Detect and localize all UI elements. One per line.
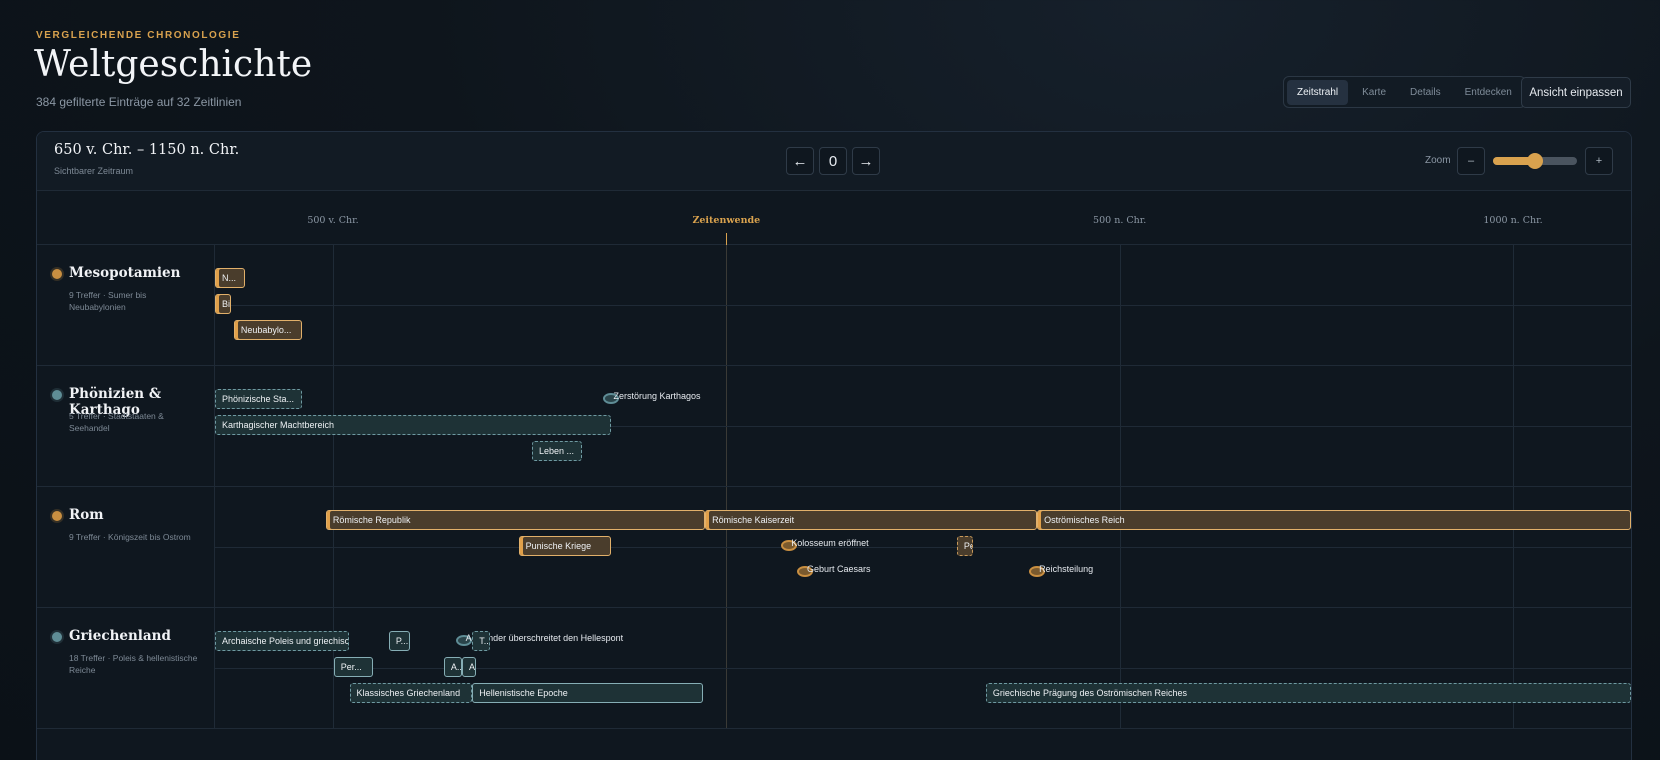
visible-range-caption: Sichtbarer Zeitraum: [54, 166, 134, 176]
lane-header[interactable]: Griechenland 18 Treffer · Poleis & hellen…: [37, 608, 215, 728]
timeline-period-bar[interactable]: Neubabylo...: [233, 320, 303, 340]
timeline-period-bar[interactable]: Klassisches Griechenland: [349, 683, 473, 703]
lane-color-dot: [52, 269, 62, 279]
lane-name: Rom: [69, 507, 104, 523]
lane-divider: [215, 305, 1631, 306]
time-axis: 500 v. Chr. Zeitenwende 500 n. Chr. 1000 n.…: [37, 191, 1631, 245]
timeline-lane: Rom 9 Treffer · Königszeit bis Ostrom Römi…: [37, 487, 1631, 608]
lane-meta: 9 Treffer · Königszeit bis Ostrom: [69, 532, 191, 542]
lane-header[interactable]: Mesopotamien 9 Treffer · Sumer bis Neubab…: [37, 245, 215, 365]
lane-divider: [215, 668, 1631, 669]
timeline-period-bar[interactable]: Leben ...: [532, 441, 583, 461]
lane-meta: 18 Treffer · Poleis & hellenistische Rei…: [69, 653, 198, 675]
timeline-lane: Griechenland 18 Treffer · Poleis & hellen…: [37, 608, 1631, 729]
lane-meta: 9 Treffer · Sumer bis Neubabylonien: [69, 290, 147, 312]
timeline-period-bar[interactable]: A...: [443, 657, 462, 677]
lane-color-dot: [52, 511, 62, 521]
axis-tick-label: 500 n. Chr.: [1093, 215, 1147, 226]
timeline-navigation: ← 0 →: [786, 147, 880, 175]
era-tick-mark: [726, 233, 728, 245]
page-eyebrow: VERGLEICHENDE CHRONOLOGIE: [36, 30, 241, 41]
timeline-toolbar: 650 v. Chr. – 1150 n. Chr. Sichtbarer Ze…: [37, 132, 1631, 191]
zoom-slider-handle[interactable]: [1527, 153, 1543, 169]
timeline-period-bar[interactable]: Griechische Prägung des Oströmischen Rei…: [985, 683, 1631, 703]
page-title: Weltgeschichte: [34, 44, 313, 85]
tab-map[interactable]: Karte: [1352, 80, 1396, 105]
lane-divider: [215, 547, 1631, 548]
axis-tick-label: 500 v. Chr.: [307, 215, 359, 226]
event-label: Kolosseum eröffnet: [791, 538, 869, 548]
timeline-period-bar[interactable]: Archaische Poleis und griechische Koloni…: [215, 631, 349, 651]
timeline-period-bar[interactable]: Per...: [333, 657, 374, 677]
lane-color-dot: [52, 390, 62, 400]
timeline-period-bar[interactable]: Römische Kaiserzeit: [705, 510, 1038, 530]
timeline-period-bar[interactable]: T...: [472, 631, 490, 651]
zoom-out-button[interactable]: –: [1457, 147, 1485, 175]
timeline-period-bar[interactable]: Römische Republik: [325, 510, 706, 530]
timeline-period-bar[interactable]: P...: [388, 631, 411, 651]
visible-range: 650 v. Chr. – 1150 n. Chr.: [54, 142, 240, 158]
timeline-period-bar[interactable]: Pe: [956, 536, 973, 556]
event-label: Zerstörung Karthagos: [613, 391, 701, 401]
axis-tick-label: Zeitenwende: [692, 215, 761, 226]
tab-timeline[interactable]: Zeitstrahl: [1287, 79, 1349, 105]
lane-name: Griechenland: [69, 628, 171, 644]
tab-details[interactable]: Details: [1400, 80, 1451, 105]
axis-tick-label: 1000 n. Chr.: [1483, 215, 1543, 226]
lane-color-dot: [52, 632, 62, 642]
timeline-period-bar[interactable]: Karthagischer Machtbereich: [215, 415, 612, 435]
zoom-slider[interactable]: [1493, 153, 1577, 169]
timeline-period-bar[interactable]: Punische Kriege: [518, 536, 612, 556]
timeline-period-bar[interactable]: A: [462, 657, 476, 677]
event-label: Geburt Caesars: [807, 564, 871, 574]
page-subtitle: 384 gefilterte Einträge auf 32 Zeitlinie…: [36, 95, 242, 109]
timeline-period-bar[interactable]: Phönizische Sta...: [215, 389, 303, 409]
offset-field[interactable]: 0: [819, 147, 847, 175]
lane-meta: 5 Treffer · Stadtstaaten & Seehandel: [69, 411, 164, 433]
lane-header[interactable]: Phönizien & Karthago 5 Treffer · Stadtsta…: [37, 366, 215, 486]
view-tabs: Zeitstrahl Karte Details Entdecken: [1283, 76, 1526, 108]
tab-discover[interactable]: Entdecken: [1455, 80, 1522, 105]
timeline-lane: Mesopotamien 9 Treffer · Sumer bis Neubab…: [37, 245, 1631, 366]
lane-header[interactable]: Rom 9 Treffer · Königszeit bis Ostrom: [37, 487, 215, 607]
timeline-period-bar[interactable]: N...: [215, 268, 245, 288]
timeline-period-bar[interactable]: Bi: [215, 294, 231, 314]
timeline-panel: 650 v. Chr. – 1150 n. Chr. Sichtbarer Ze…: [36, 131, 1632, 760]
lane-name: Mesopotamien: [69, 265, 181, 281]
timeline-lane: Phönizien & Karthago 5 Treffer · Stadtsta…: [37, 366, 1631, 487]
timeline-period-bar[interactable]: Oströmisches Reich: [1037, 510, 1631, 530]
timeline-period-bar[interactable]: Hellenistische Epoche: [472, 683, 703, 703]
zoom-label: Zoom: [1425, 155, 1451, 166]
fit-view-button[interactable]: Ansicht einpassen: [1521, 77, 1631, 108]
event-label: Reichsteilung: [1039, 564, 1094, 574]
next-button[interactable]: →: [852, 147, 880, 175]
previous-button[interactable]: ←: [786, 147, 814, 175]
zoom-in-button[interactable]: +: [1585, 147, 1613, 175]
